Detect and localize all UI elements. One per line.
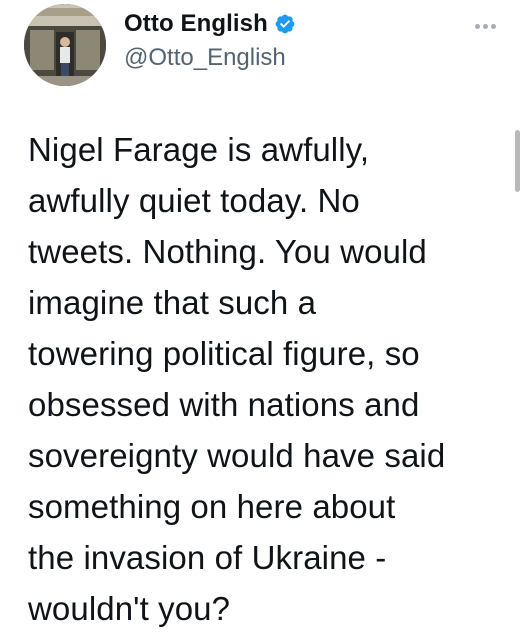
name-row: Otto English	[124, 8, 296, 40]
more-dot	[483, 24, 488, 29]
more-horizontal-icon[interactable]	[471, 20, 500, 33]
more-dot	[475, 24, 480, 29]
scrollbar[interactable]	[515, 130, 520, 192]
avatar-image	[24, 4, 106, 86]
author-handle[interactable]: @Otto_English	[124, 44, 296, 72]
display-name[interactable]: Otto English	[124, 10, 268, 38]
tweet-card: Otto English @Otto_English Nigel Farage …	[0, 0, 526, 636]
author-avatar[interactable]	[24, 4, 106, 86]
more-dot	[491, 24, 496, 29]
author-info: Otto English @Otto_English	[124, 8, 296, 72]
verified-badge-icon	[274, 13, 296, 35]
tweet-text: Nigel Farage is awfully, awfully quiet t…	[28, 131, 446, 627]
